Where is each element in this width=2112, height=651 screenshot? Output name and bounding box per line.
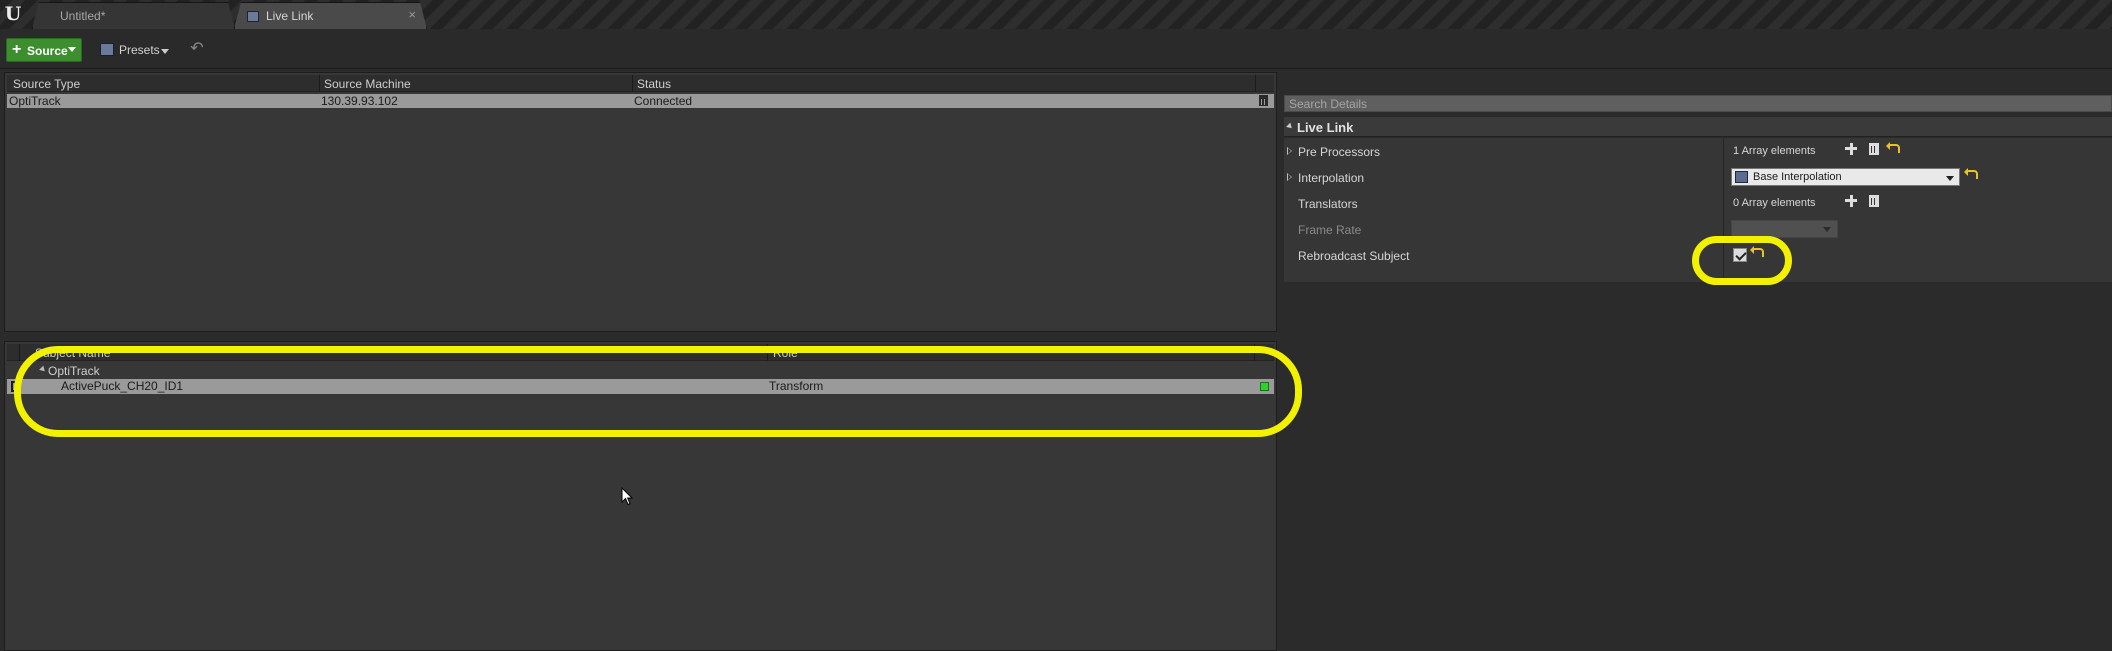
row-checkbox[interactable] [11,381,17,392]
source-button-label: Source [27,44,68,58]
presets-button-label: Presets [119,43,160,57]
add-source-button[interactable]: + Source [6,38,82,62]
search-details-box[interactable] [1284,95,2112,112]
sources-panel: Source Type Source Machine Status OptiTr… [4,72,1277,332]
chevron-down-icon [1823,227,1831,232]
trash-icon[interactable] [1259,95,1268,106]
close-icon[interactable]: × [408,7,416,22]
interpolation-class-icon [1735,171,1748,183]
column-divider[interactable] [319,75,320,92]
reset-icon[interactable] [1750,246,1764,257]
table-row[interactable]: OptiTrack 130.39.93.102 Connected [7,94,1274,108]
delete-icon[interactable] [1869,143,1879,155]
subjects-panel: Subject Name Role OptiTrack ActivePuck_C… [4,341,1277,651]
property-value: 1 Array elements [1733,145,1816,157]
dropdown-value: Base Interpolation [1753,171,1842,183]
column-divider[interactable] [1255,75,1256,92]
details-panel: Live Link Pre Processors 1 Array element… [1282,72,2112,651]
column-header-source-machine[interactable]: Source Machine [324,77,411,91]
property-value: 0 Array elements [1733,197,1816,209]
column-header-source-type[interactable]: Source Type [13,77,80,91]
expand-arrow-icon[interactable] [1287,147,1292,155]
property-rebroadcast-subject: Rebroadcast Subject [1284,242,2112,268]
category-label: Live Link [1297,120,1354,135]
interpolation-dropdown[interactable]: Base Interpolation [1731,168,1960,186]
column-divider[interactable] [1254,344,1255,361]
property-frame-rate: Frame Rate [1284,216,2112,242]
subject-name-cell: ActivePuck_CH20_ID1 [61,379,184,393]
column-divider[interactable] [632,75,633,92]
unreal-logo-icon: U [4,3,22,25]
property-name: Interpolation [1298,171,1365,185]
presets-icon [100,43,114,56]
subjects-header: Subject Name Role [7,344,1274,361]
column-header-subject-name[interactable]: Subject Name [35,346,110,360]
live-link-icon [247,11,259,22]
revert-icon[interactable]: ↶ [188,38,206,60]
chevron-down-icon [1946,176,1954,181]
source-type-cell: OptiTrack [9,94,61,108]
reset-icon[interactable] [1964,168,1978,179]
frame-rate-dropdown [1731,220,1838,238]
search-input[interactable] [1285,96,2111,111]
add-element-icon[interactable] [1845,195,1857,207]
reset-icon[interactable] [1886,142,1900,153]
expand-arrow-icon[interactable] [1287,173,1292,181]
property-name: Pre Processors [1298,145,1381,159]
subject-group-row[interactable]: OptiTrack [7,363,1274,378]
plus-icon: + [12,41,22,58]
column-divider[interactable] [767,344,768,361]
tab-live-link[interactable]: Live Link × [234,2,427,29]
sources-header: Source Type Source Machine Status [7,75,1274,92]
collapse-arrow-icon[interactable] [1286,122,1294,131]
property-name: Frame Rate [1298,223,1362,237]
property-name: Rebroadcast Subject [1298,249,1410,263]
tab-label: Untitled* [60,9,106,23]
tab-label: Live Link [266,9,314,23]
chevron-down-icon [161,49,169,54]
source-machine-cell: 130.39.93.102 [321,94,398,108]
source-status-cell: Connected [634,94,693,108]
property-name: Translators [1298,197,1358,211]
toolbar: + Source Presets ↶ [0,29,2112,69]
delete-icon[interactable] [1869,195,1879,207]
add-element-icon[interactable] [1845,143,1857,155]
category-header[interactable]: Live Link [1284,117,2112,137]
status-indicator-icon [1260,382,1269,391]
property-pre-processors: Pre Processors 1 Array elements [1284,138,2112,164]
chevron-down-icon [68,47,76,52]
column-header-role[interactable]: Role [773,346,798,360]
expand-arrow-icon[interactable] [39,365,47,374]
subject-role-cell: Transform [769,379,824,393]
column-header-status[interactable]: Status [637,77,671,91]
rebroadcast-checkbox[interactable] [1733,248,1747,262]
property-interpolation: Interpolation Base Interpolation [1284,164,2112,190]
title-bar: U Untitled* Live Link × [0,0,2112,29]
property-translators: Translators 0 Array elements [1284,190,2112,216]
presets-button[interactable]: Presets [96,38,172,62]
subject-group-label: OptiTrack [48,364,100,378]
tab-untitled[interactable]: Untitled* [32,2,235,29]
table-row[interactable]: ActivePuck_CH20_ID1 Transform [7,379,1274,394]
column-divider[interactable] [19,344,20,361]
properties-list: Pre Processors 1 Array elements Interpol… [1284,138,2112,282]
column-divider[interactable] [1723,138,1724,282]
